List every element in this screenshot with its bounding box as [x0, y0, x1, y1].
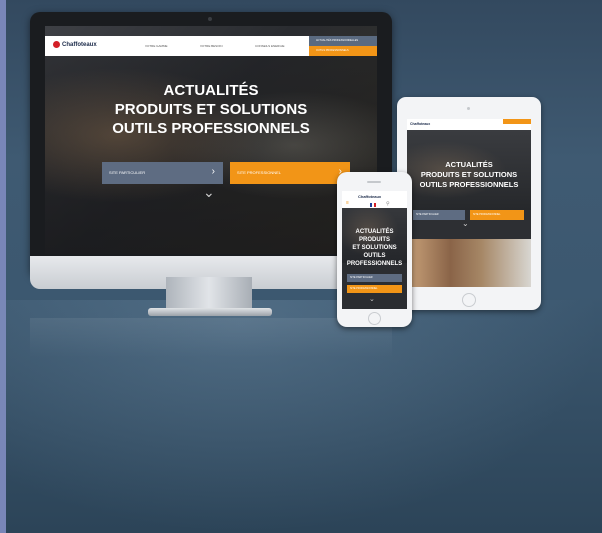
- desktop-screen: Chaffoteaux VOTRE GAMME VOTRE BESOIN CON…: [45, 26, 377, 254]
- nav-cta-actualites[interactable]: ACTUALITÉS PROFESSIONNELLES: [309, 36, 377, 46]
- nav-cta-outils-label: OUTILS PROFESSIONNELS: [316, 49, 349, 52]
- tablet-site-particulier-label: SITE PARTICULIER: [416, 213, 439, 216]
- tablet-hero-line2: PRODUITS ET SOLUTIONS: [420, 170, 518, 179]
- tablet-screen: Chaffoteaux ACTUALITÉS PRODUITS ET SOLUT…: [407, 119, 531, 287]
- tablet-brand-logo[interactable]: Chaffoteaux: [410, 122, 430, 126]
- site-particulier-label: SITE PARTICULIER: [109, 170, 146, 175]
- home-button-icon[interactable]: [368, 312, 381, 325]
- desktop-nav-bar: Chaffoteaux VOTRE GAMME VOTRE BESOIN CON…: [45, 36, 377, 56]
- phone-hero-line2: PRODUITS: [358, 237, 390, 243]
- tablet-site-professionnel-button[interactable]: SITE PROFESSIONNEL: [470, 210, 524, 220]
- monitor-reflection: [30, 318, 392, 358]
- site-professionnel-button[interactable]: SITE PROFESSIONNEL ›: [230, 162, 350, 184]
- brand-logo[interactable]: Chaffoteaux: [53, 41, 97, 48]
- hero-title-line1: ACTUALITÉS: [163, 82, 259, 99]
- site-particulier-button[interactable]: SITE PARTICULIER ›: [102, 162, 223, 184]
- phone-brand-logo[interactable]: Chaffoteaux: [358, 194, 381, 199]
- phone-hero-line4: OUTILS: [363, 253, 386, 259]
- phone-site-professionnel-label: SITE PROFESSIONNEL: [350, 287, 378, 290]
- phone-site-particulier-button[interactable]: SITE PARTICULIER: [347, 274, 402, 282]
- phone-hero-title: ACTUALITÉS PRODUITS ET SOLUTIONS OUTILS …: [343, 228, 406, 268]
- phone-site-professionnel-button[interactable]: SITE PROFESSIONNEL: [347, 285, 402, 293]
- tablet-people-photo: [407, 239, 531, 287]
- phone-device: Chaffoteaux ≡ ⚲ ACTUALITÉS PRODUITS ET S…: [337, 172, 412, 327]
- hero-title-line2: PRODUITS ET SOLUTIONS: [114, 101, 308, 118]
- phone-nav-bar: Chaffoteaux ≡ ⚲: [342, 191, 407, 208]
- monitor-stand-neck: [166, 277, 252, 311]
- chevron-right-icon: ›: [211, 166, 215, 177]
- webcam: [208, 17, 212, 21]
- tablet-hero-line3: OUTILS PROFESSIONNELS: [419, 180, 519, 189]
- hamburger-icon[interactable]: ≡: [346, 201, 349, 206]
- nav-cta-outils[interactable]: OUTILS PROFESSIONNELS: [309, 46, 377, 56]
- phone-speaker: [367, 181, 381, 183]
- chevron-down-icon[interactable]: ⌄: [203, 184, 215, 201]
- phone-hero-line3: ET SOLUTIONS: [352, 245, 397, 251]
- nav-link-conseils[interactable]: CONSEILS ENERGIE: [255, 44, 285, 48]
- home-button-icon[interactable]: [462, 293, 476, 307]
- site-professionnel-label: SITE PROFESSIONNEL: [237, 170, 282, 175]
- tablet-hero-line1: ACTUALITÉS: [445, 160, 493, 169]
- phone-hero-line1: ACTUALITÉS: [355, 229, 394, 235]
- nav-link-besoin[interactable]: VOTRE BESOIN: [200, 44, 223, 48]
- tablet-device: Chaffoteaux ACTUALITÉS PRODUITS ET SOLUT…: [397, 97, 541, 310]
- nav-link-gamme[interactable]: VOTRE GAMME: [145, 44, 168, 48]
- tablet-nav-bar: Chaffoteaux: [407, 119, 531, 130]
- device-mockup-scene: Chaffoteaux VOTRE GAMME VOTRE BESOIN CON…: [0, 0, 602, 533]
- tablet-site-professionnel-label: SITE PROFESSIONNEL: [473, 213, 501, 216]
- hero-title-line3: OUTILS PROFESSIONNELS: [112, 120, 310, 137]
- nav-cta-actualites-label: ACTUALITÉS PROFESSIONNELLES: [316, 39, 359, 42]
- flag-fr-icon[interactable]: [370, 203, 376, 207]
- tablet-camera: [467, 107, 470, 110]
- brand-name: Chaffoteaux: [62, 42, 97, 49]
- tablet-site-particulier-button[interactable]: SITE PARTICULIER: [413, 210, 465, 220]
- chevron-down-icon[interactable]: ⌄: [462, 219, 469, 228]
- tablet-hero-title: ACTUALITÉS PRODUITS ET SOLUTIONS OUTILS …: [411, 160, 527, 190]
- tablet-nav-cta[interactable]: [503, 119, 531, 124]
- chevron-down-icon[interactable]: ⌄: [369, 295, 375, 303]
- monitor-stand-foot: [148, 308, 272, 316]
- phone-site-particulier-label: SITE PARTICULIER: [350, 276, 373, 279]
- phone-hero-line5: PROFESSIONNELS: [346, 261, 403, 267]
- phone-screen: Chaffoteaux ≡ ⚲ ACTUALITÉS PRODUITS ET S…: [342, 191, 407, 309]
- search-icon[interactable]: ⚲: [386, 201, 390, 207]
- brand-logo-icon: [53, 41, 60, 48]
